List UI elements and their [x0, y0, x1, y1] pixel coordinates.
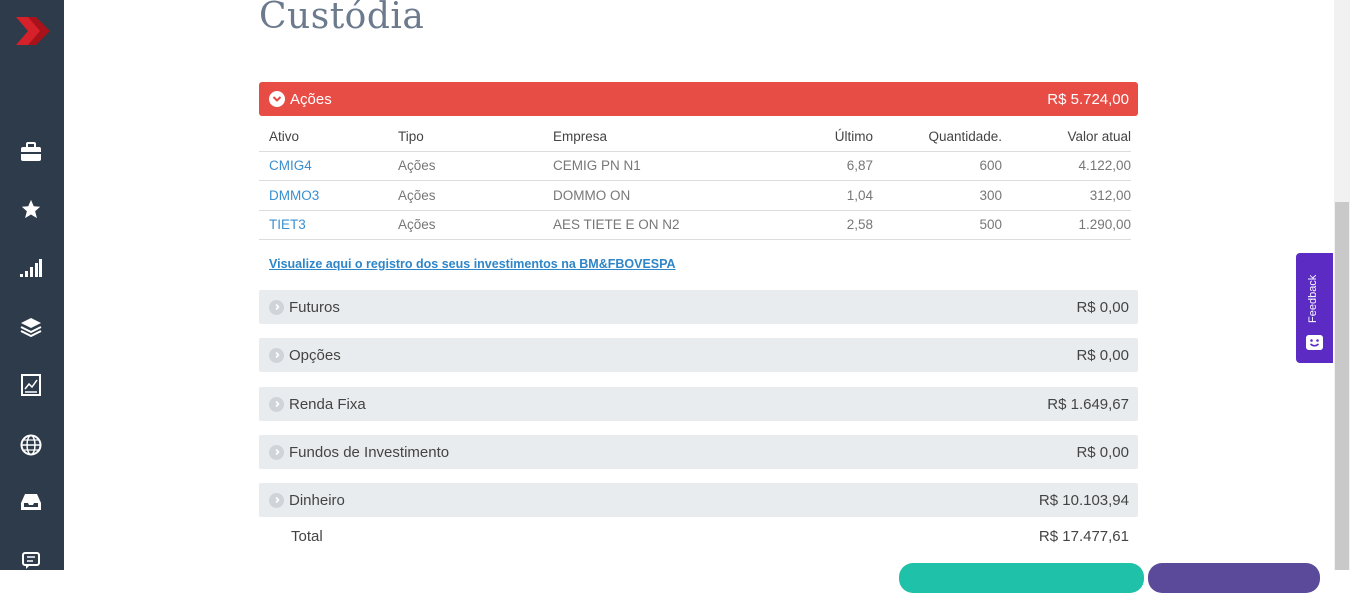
section-value: R$ 0,00 [1076, 298, 1129, 316]
ativo-link[interactable]: DMMO3 [259, 180, 388, 210]
feedback-label: Feedback [1307, 274, 1319, 324]
section-dinheiro[interactable]: Dinheiro R$ 10.103,94 [259, 483, 1138, 517]
section-label: Dinheiro [289, 491, 345, 509]
globe-icon[interactable] [19, 433, 43, 457]
acoes-holdings-table: Ativo Tipo Empresa Último Quantidade. Va… [259, 122, 1131, 240]
empresa-cell: CEMIG PN N1 [543, 150, 791, 181]
sidebar [0, 0, 64, 570]
star-icon[interactable] [19, 197, 43, 221]
total-value: R$ 17.477,61 [1038, 527, 1129, 545]
action-button-purple[interactable] [1148, 563, 1320, 593]
section-label: Renda Fixa [289, 395, 366, 413]
quantidade-cell: 300 [873, 180, 1002, 210]
ultimo-cell: 1,04 [791, 180, 873, 210]
section-label: Futuros [289, 298, 340, 316]
feedback-smiley-icon [1306, 335, 1323, 350]
column-header-ultimo[interactable]: Último [791, 122, 873, 151]
valor-cell: 4.122,00 [1002, 150, 1131, 181]
bmfbovespa-registry-link[interactable]: Visualize aqui o registro dos seus inves… [269, 257, 676, 271]
empresa-cell: DOMMO ON [543, 180, 791, 210]
section-value: R$ 0,00 [1076, 346, 1129, 364]
chevron-right-icon [269, 396, 284, 412]
ultimo-cell: 2,58 [791, 209, 873, 240]
column-header-empresa[interactable]: Empresa [543, 122, 791, 151]
action-button-teal[interactable] [899, 563, 1144, 593]
ativo-link[interactable]: CMIG4 [259, 150, 388, 181]
quantidade-cell: 600 [873, 150, 1002, 181]
acoes-total: R$ 5.724,00 [1047, 90, 1129, 108]
chevron-right-icon [269, 492, 284, 508]
table-row: CMIG4 Ações CEMIG PN N1 6,87 600 4.122,0… [259, 150, 1131, 181]
quantidade-cell: 500 [873, 209, 1002, 240]
page-scrollbar-thumb[interactable] [1335, 202, 1349, 570]
inbox-icon[interactable] [19, 490, 43, 514]
table-header-row: Ativo Tipo Empresa Último Quantidade. Va… [259, 122, 1131, 151]
section-value: R$ 1.649,67 [1047, 395, 1129, 413]
section-value: R$ 10.103,94 [1038, 491, 1129, 509]
valor-cell: 312,00 [1002, 180, 1131, 210]
column-header-valor-atual[interactable]: Valor atual [1002, 122, 1131, 151]
ativo-link[interactable]: TIET3 [259, 209, 388, 240]
report-chart-icon[interactable] [19, 373, 43, 397]
chevron-down-icon [269, 91, 285, 107]
acoes-label: Ações [290, 90, 332, 108]
section-fundos-de-investimento[interactable]: Fundos de Investimento R$ 0,00 [259, 435, 1138, 469]
layers-icon[interactable] [19, 315, 43, 339]
table-row: TIET3 Ações AES TIETE E ON N2 2,58 500 1… [259, 209, 1131, 240]
column-header-tipo[interactable]: Tipo [388, 122, 543, 151]
section-value: R$ 0,00 [1076, 443, 1129, 461]
tipo-cell: Ações [388, 180, 543, 210]
brand-logo[interactable] [16, 17, 50, 45]
tipo-cell: Ações [388, 209, 543, 240]
page-title: Custódia [259, 0, 425, 37]
total-label: Total [291, 527, 323, 545]
section-futuros[interactable]: Futuros R$ 0,00 [259, 290, 1138, 324]
table-row: DMMO3 Ações DOMMO ON 1,04 300 312,00 [259, 180, 1131, 210]
ultimo-cell: 6,87 [791, 150, 873, 181]
chevron-right-icon [269, 299, 284, 315]
feedback-tab[interactable]: Feedback [1296, 253, 1333, 363]
signal-bars-icon[interactable] [19, 256, 43, 280]
column-header-ativo[interactable]: Ativo [259, 122, 388, 151]
chevron-right-icon [269, 444, 284, 460]
section-renda-fixa[interactable]: Renda Fixa R$ 1.649,67 [259, 387, 1138, 421]
chat-icon[interactable] [19, 549, 43, 573]
tipo-cell: Ações [388, 150, 543, 181]
section-opcoes[interactable]: Opções R$ 0,00 [259, 338, 1138, 372]
total-row: Total R$ 17.477,61 [259, 522, 1138, 550]
section-label: Opções [289, 346, 341, 364]
chevron-right-icon [269, 347, 284, 363]
section-label: Fundos de Investimento [289, 443, 450, 461]
valor-cell: 1.290,00 [1002, 209, 1131, 240]
briefcase-icon[interactable] [19, 140, 43, 164]
column-header-quantidade[interactable]: Quantidade. [873, 122, 1002, 151]
empresa-cell: AES TIETE E ON N2 [543, 209, 791, 240]
acoes-section-header[interactable]: Ações R$ 5.724,00 [259, 82, 1138, 116]
